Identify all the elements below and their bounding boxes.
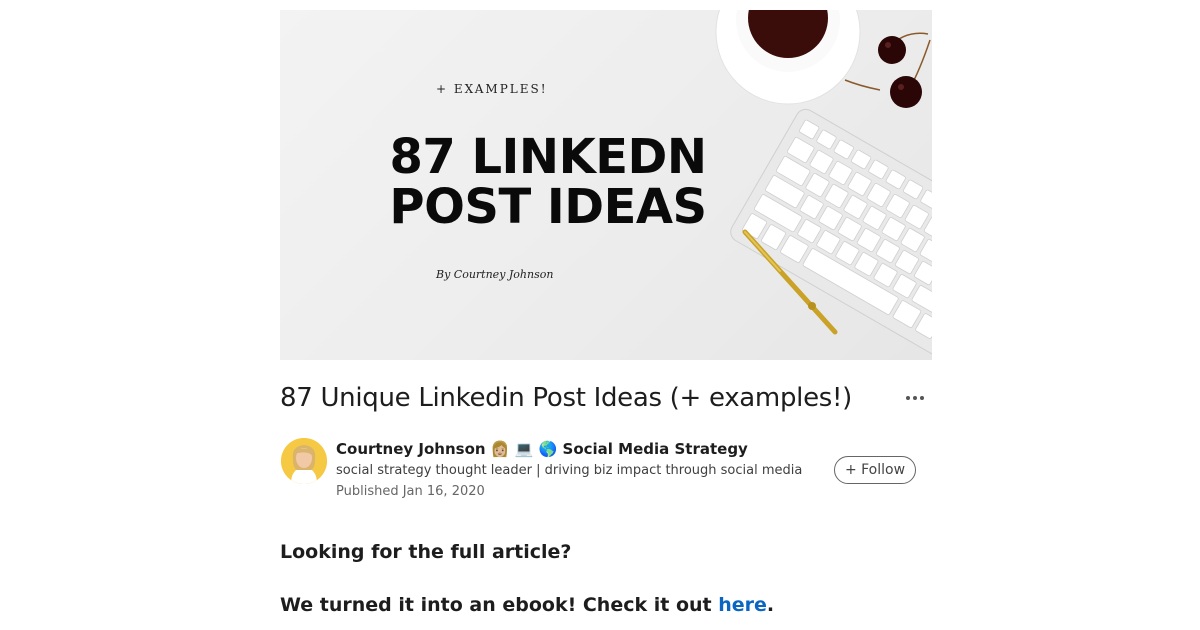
- coffee-cup-icon: [715, 10, 861, 105]
- avatar[interactable]: [281, 438, 327, 484]
- hero-title-line2: POST IDEAS: [389, 179, 707, 235]
- published-date: Published Jan 16, 2020: [336, 484, 485, 499]
- author-name[interactable]: Courtney Johnson: [336, 440, 486, 458]
- author-emojis: 👩🏼 💻 🌎: [490, 440, 558, 458]
- body-text-suffix: .: [766, 594, 775, 616]
- more-horizontal-icon[interactable]: [903, 388, 927, 408]
- hero-title: 87 LINKEDN POST IDEAS: [338, 132, 758, 232]
- author-name-line: Courtney Johnson 👩🏼 💻 🌎 Social Media Str…: [336, 440, 748, 458]
- author-headline: social strategy thought leader | driving…: [336, 463, 803, 478]
- body-text: We turned it into an ebook! Check it out: [280, 594, 719, 616]
- author-topic: Social Media Strategy: [562, 440, 748, 458]
- ebook-link[interactable]: here: [718, 594, 767, 616]
- hero-byline: By Courtney Johnson: [436, 268, 554, 281]
- follow-button[interactable]: + Follow: [834, 456, 916, 484]
- body-paragraph-1: Looking for the full article?: [280, 541, 572, 563]
- body-paragraph-2: We turned it into an ebook! Check it out…: [280, 594, 774, 616]
- hero-kicker: + EXAMPLES!: [436, 82, 548, 96]
- article-title: 87 Unique Linkedin Post Ideas (+ example…: [280, 383, 852, 413]
- hero-title-line1: 87 LINKEDN: [389, 129, 707, 185]
- hero-image: + EXAMPLES! 87 LINKEDN POST IDEAS By Cou…: [280, 10, 932, 360]
